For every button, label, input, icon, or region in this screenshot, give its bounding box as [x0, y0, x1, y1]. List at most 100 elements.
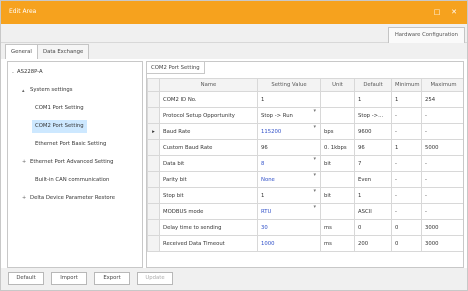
expand-toggle-icon[interactable]: + [22, 195, 26, 201]
cell-setting-value-dropdown[interactable]: RTU ▾ [257, 203, 321, 220]
tree-item-param-restore[interactable]: Delta Device Parameter Restore [30, 192, 115, 205]
dropdown-arrow-icon[interactable]: ▾ [313, 157, 316, 163]
table-row[interactable]: Parity bit None ▾ Even - - [147, 171, 463, 188]
collapse-icon[interactable]: - [12, 70, 14, 76]
tab-com2-port-setting[interactable]: COM2 Port Setting [147, 62, 205, 74]
close-icon[interactable]: ✕ [448, 6, 460, 18]
cell-minimum: 1 [391, 139, 422, 156]
cell-setting-value-dropdown[interactable]: 1 ▾ [257, 187, 321, 204]
cell-setting-value[interactable]: 96 [257, 139, 321, 156]
cell-setting-value[interactable]: 30 [257, 219, 321, 236]
cell-default: 7 [354, 155, 392, 172]
col-header-default: Default [354, 78, 392, 92]
cell-setting-value[interactable]: 1 [257, 91, 321, 108]
row-indicator [147, 171, 160, 188]
edit-area-window: Edit Area □ ✕ Hardware Configuration Gen… [0, 0, 468, 291]
cell-name: Data bit [159, 155, 258, 172]
table-row[interactable]: Delay time to sending 30 ms 0 0 3000 [147, 219, 463, 236]
cell-name: COM2 ID No. [159, 91, 258, 108]
dropdown-arrow-icon[interactable]: ▾ [313, 125, 316, 131]
cell-maximum: - [421, 123, 463, 140]
update-button[interactable]: Update [137, 272, 173, 285]
col-header-unit: Unit [320, 78, 355, 92]
cell-default: ASCII [354, 203, 392, 220]
cell-unit [320, 91, 355, 108]
dropdown-arrow-icon[interactable]: ▾ [313, 173, 316, 179]
col-header-maximum: Maximum [421, 78, 463, 92]
title-bar: Edit Area □ ✕ [1, 1, 467, 24]
export-button[interactable]: Export [94, 272, 130, 285]
cell-unit: ms [320, 219, 355, 236]
cell-name: Delay time to sending [159, 219, 258, 236]
row-indicator [147, 139, 160, 156]
tree-item-com2[interactable]: COM2 Port Setting [32, 120, 87, 133]
tab-data-exchange[interactable]: Data Exchange [37, 44, 90, 59]
cell-name: Received Data Timeout [159, 235, 258, 252]
cell-unit: 0. 1kbps [320, 139, 355, 156]
cell-minimum: - [391, 171, 422, 188]
cell-default: 1 [354, 91, 392, 108]
dropdown-value: 8 [261, 160, 265, 167]
settings-table: Name Setting Value Unit Default Minimum … [147, 78, 463, 252]
row-indicator [147, 235, 160, 252]
cell-default: 1 [354, 187, 392, 204]
cell-minimum: 0 [391, 235, 422, 252]
cell-name: Custom Baud Rate [159, 139, 258, 156]
cell-setting-value-dropdown[interactable]: 115200 ▾ [257, 123, 321, 140]
cell-maximum: 254 [421, 91, 463, 108]
table-row[interactable]: Data bit 8 ▾ bit 7 - - [147, 155, 463, 172]
expand-toggle-icon[interactable]: + [22, 159, 26, 165]
table-row[interactable]: ▸ Baud Rate 115200 ▾ bps 9600 - - [147, 123, 463, 140]
import-button[interactable]: Import [51, 272, 87, 285]
cell-minimum: - [391, 123, 422, 140]
cell-default: 200 [354, 235, 392, 252]
cell-minimum: - [391, 203, 422, 220]
cell-setting-value-dropdown[interactable]: Stop -> Run ▾ [257, 107, 321, 124]
table-row[interactable]: Stop bit 1 ▾ bit 1 - - [147, 187, 463, 204]
tree-item-system-settings[interactable]: System settings [30, 84, 73, 97]
tree-item-can[interactable]: Built-in CAN communication [35, 174, 109, 187]
default-button[interactable]: Default [8, 272, 44, 285]
dropdown-arrow-icon[interactable]: ▾ [313, 189, 316, 195]
tab-general[interactable]: General [5, 44, 38, 59]
table-row[interactable]: MODBUS mode RTU ▾ ASCII - - [147, 203, 463, 220]
tree-root[interactable]: AS228P-A [17, 66, 43, 79]
cell-name: Protocol Setup Opportunity [159, 107, 258, 124]
tree-item-com1[interactable]: COM1 Port Setting [35, 102, 84, 115]
dropdown-value: RTU [261, 208, 272, 215]
cell-maximum: - [421, 203, 463, 220]
dropdown-value: None [261, 176, 275, 183]
cell-setting-value[interactable]: 1000 [257, 235, 321, 252]
expand-toggle-icon[interactable]: ▴ [22, 88, 25, 94]
tree-item-ethernet-basic[interactable]: Ethernet Port Basic Setting [35, 138, 106, 151]
cell-minimum: - [391, 155, 422, 172]
table-row[interactable]: Received Data Timeout 1000 ms 200 0 3000 [147, 235, 463, 252]
tab-strip: General Data Exchange [1, 43, 467, 59]
cell-unit [320, 107, 355, 124]
cell-name: Stop bit [159, 187, 258, 204]
cell-unit: bit [320, 187, 355, 204]
row-indicator [147, 107, 160, 124]
dropdown-value: Stop -> Run [261, 112, 293, 119]
cell-default: Even [354, 171, 392, 188]
cell-setting-value-dropdown[interactable]: 8 ▾ [257, 155, 321, 172]
cell-minimum: 1 [391, 91, 422, 108]
tab-hardware-configuration[interactable]: Hardware Configuration [387, 27, 465, 43]
window-title: Edit Area [9, 8, 37, 15]
restore-icon[interactable]: □ [431, 6, 443, 18]
table-row[interactable]: COM2 ID No. 1 1 1 254 [147, 91, 463, 108]
cell-setting-value-dropdown[interactable]: None ▾ [257, 171, 321, 188]
table-header-row: Name Setting Value Unit Default Minimum … [147, 78, 463, 92]
cell-unit [320, 203, 355, 220]
table-row[interactable]: Protocol Setup Opportunity Stop -> Run ▾ … [147, 107, 463, 124]
dropdown-arrow-icon[interactable]: ▾ [313, 205, 316, 211]
cell-minimum: - [391, 187, 422, 204]
cell-default: 96 [354, 139, 392, 156]
tree-item-ethernet-advanced[interactable]: Ethernet Port Advanced Setting [30, 156, 114, 169]
device-tree: - AS228P-A ▴ System settings COM1 Port S… [7, 61, 143, 268]
row-indicator [147, 155, 160, 172]
current-row-arrow-icon: ▸ [147, 123, 160, 140]
cell-maximum: - [421, 171, 463, 188]
dropdown-arrow-icon[interactable]: ▾ [313, 109, 316, 115]
table-row[interactable]: Custom Baud Rate 96 0. 1kbps 96 1 5000 [147, 139, 463, 156]
